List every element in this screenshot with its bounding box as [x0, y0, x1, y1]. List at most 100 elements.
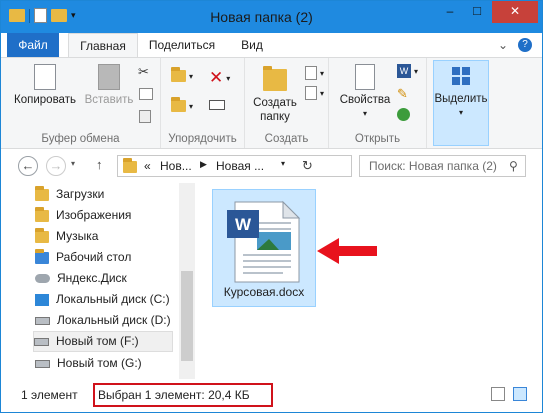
- copy-path-icon: [139, 88, 153, 100]
- paste-label: Вставить: [84, 94, 134, 106]
- select-label: Выделить: [434, 93, 488, 105]
- nav-item-drive-d[interactable]: Локальный диск (D:): [35, 310, 183, 331]
- new-folder-label-1: Создать: [253, 97, 297, 109]
- properties-icon: [355, 64, 375, 90]
- close-button[interactable]: ✕: [492, 1, 538, 23]
- properties-button[interactable]: Свойства ▾: [335, 64, 395, 121]
- new-folder-button[interactable]: Создать папку: [247, 64, 303, 124]
- nav-item-desktop[interactable]: Рабочий стол: [35, 247, 183, 268]
- minimize-button[interactable]: –: [436, 1, 464, 23]
- explorer-window: ▾ Новая папка (2) – □ ✕ Файл Главная Под…: [0, 0, 543, 413]
- tab-view[interactable]: Вид: [235, 33, 269, 58]
- address-bar[interactable]: « Нов... ▶ Новая ... ▾ ↻: [117, 155, 352, 177]
- drive-icon: [34, 337, 49, 346]
- tab-file[interactable]: Файл: [7, 33, 59, 58]
- chevron-up-icon[interactable]: ⌄: [498, 38, 508, 52]
- help-icon[interactable]: ?: [518, 38, 532, 52]
- select-button-content: Выделить ▾: [434, 67, 488, 120]
- nav-item-music[interactable]: Музыка: [35, 226, 183, 247]
- nav-scrollbar-thumb[interactable]: [181, 271, 193, 361]
- nav-item-label: Новый том (G:): [57, 356, 142, 370]
- drive-icon: [35, 316, 50, 325]
- dropdown-icon: ▾: [226, 73, 231, 83]
- address-overflow[interactable]: «: [144, 159, 151, 173]
- ribbon: Копировать Вставить ✂ Буфер обмена ▾ ▾ ✕…: [1, 57, 542, 149]
- details-view-icon[interactable]: [491, 387, 505, 401]
- nav-item-drive-g[interactable]: Новый том (G:): [35, 353, 183, 374]
- copy-icon: [34, 64, 56, 90]
- breadcrumb-1[interactable]: Нов...: [160, 159, 192, 173]
- word-icon: W: [397, 64, 411, 78]
- open-button[interactable]: W ▾: [397, 64, 418, 78]
- selection-info: Выбран 1 элемент: 20,4 КБ: [98, 388, 250, 402]
- large-icons-view-icon[interactable]: [513, 387, 527, 401]
- paste-shortcut-icon: [139, 110, 151, 123]
- desktop-folder-icon: [35, 248, 49, 264]
- address-dropdown-icon[interactable]: ▾: [281, 159, 285, 168]
- move-to-button[interactable]: ▾: [171, 67, 193, 82]
- nav-item-label: Яндекс.Диск: [57, 271, 127, 285]
- group-create: Создать папку ▾ ▾ Создать: [245, 58, 329, 148]
- breadcrumb-2[interactable]: Новая ...: [216, 159, 264, 173]
- file-list: W Курсовая.docx: [195, 183, 542, 379]
- edit-icon: ✎: [397, 86, 408, 101]
- select-button[interactable]: Выделить ▾: [433, 60, 489, 146]
- cut-button[interactable]: ✂: [138, 64, 149, 80]
- copy-path-button[interactable]: [139, 88, 153, 100]
- copy-to-button[interactable]: ▾: [171, 97, 194, 112]
- nav-item-yandex-disk[interactable]: Яндекс.Диск: [35, 268, 183, 289]
- search-icon: ⚲: [509, 159, 518, 173]
- new-item-icon: [305, 66, 317, 80]
- nav-item-label: Изображения: [56, 208, 132, 222]
- back-arrow-icon: ←: [21, 158, 35, 173]
- tab-share[interactable]: Поделиться: [147, 33, 217, 58]
- back-button[interactable]: ←: [18, 156, 38, 176]
- navigation-pane: Загрузки Изображения Музыка Рабочий стол…: [1, 183, 195, 379]
- paste-shortcut-button[interactable]: [139, 110, 151, 123]
- recent-locations-dropdown-icon[interactable]: ▾: [71, 159, 75, 168]
- easy-access-button[interactable]: ▾: [305, 86, 324, 100]
- up-button[interactable]: ↑: [96, 157, 103, 172]
- nav-item-label: Рабочий стол: [56, 250, 132, 264]
- downloads-folder-icon: [35, 185, 49, 201]
- rename-button[interactable]: [209, 100, 225, 110]
- copy-folder-icon: [171, 97, 186, 112]
- rename-icon: [209, 100, 225, 110]
- navigation-bar: ← → ▾ ↑ « Нов... ▶ Новая ... ▾ ↻ Поиск: …: [1, 149, 542, 183]
- word-document-icon: W: [227, 200, 301, 283]
- status-bar: 1 элемент Выбран 1 элемент: 20,4 КБ: [1, 379, 542, 412]
- dropdown-icon: ▾: [189, 101, 194, 111]
- group-clipboard: Копировать Вставить ✂ Буфер обмена: [1, 58, 161, 148]
- file-item[interactable]: W Курсовая.docx: [212, 189, 316, 307]
- paste-button[interactable]: Вставить: [83, 64, 135, 107]
- red-arrow-annotation: [317, 238, 377, 264]
- title-bar: ▾ Новая папка (2) – □ ✕: [1, 1, 542, 33]
- group-organize: ▾ ▾ ✕ ▾ Упорядочить: [161, 58, 245, 148]
- breadcrumb-chevron-icon[interactable]: ▶: [200, 159, 207, 170]
- nav-item-drive-c[interactable]: Локальный диск (C:): [35, 289, 183, 310]
- dropdown-icon: ▾: [320, 88, 325, 98]
- search-input[interactable]: Поиск: Новая папка (2): [359, 155, 526, 177]
- nav-item-pictures[interactable]: Изображения: [35, 205, 183, 226]
- maximize-button[interactable]: □: [463, 1, 491, 23]
- delete-button[interactable]: ✕ ▾: [209, 68, 230, 88]
- new-item-button[interactable]: ▾: [305, 66, 324, 80]
- history-button[interactable]: [397, 108, 410, 121]
- nav-item-drive-f[interactable]: Новый том (F:): [33, 331, 173, 352]
- copy-label: Копировать: [14, 94, 76, 106]
- nav-item-label: Загрузки: [56, 187, 105, 201]
- forward-button[interactable]: →: [46, 156, 66, 176]
- drive-icon: [35, 359, 50, 368]
- tab-home[interactable]: Главная: [68, 33, 138, 58]
- dropdown-icon: ▾: [458, 108, 463, 117]
- refresh-icon[interactable]: ↻: [302, 158, 313, 174]
- copy-button[interactable]: Копировать: [13, 64, 77, 107]
- cloud-icon: [35, 274, 50, 283]
- new-folder-label-2: папку: [260, 111, 290, 123]
- nav-item-label: Музыка: [56, 229, 99, 243]
- pictures-folder-icon: [35, 206, 49, 222]
- edit-button[interactable]: ✎: [397, 86, 408, 102]
- select-grid-icon: [452, 67, 470, 85]
- nav-item-label: Локальный диск (C:): [56, 292, 170, 306]
- nav-item-downloads[interactable]: Загрузки: [35, 184, 183, 205]
